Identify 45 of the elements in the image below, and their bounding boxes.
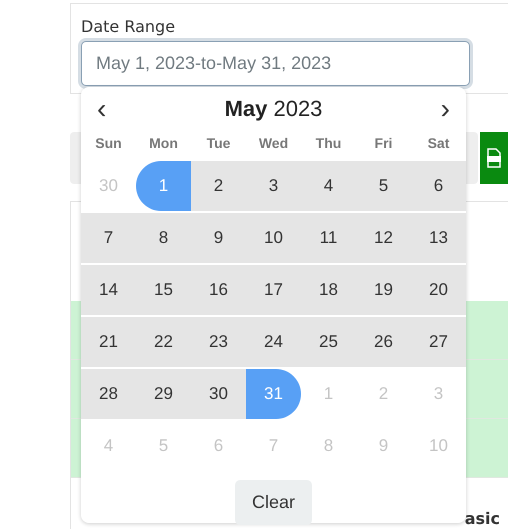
weekday-label: Fri [374, 134, 394, 153]
next-month-button[interactable]: › [436, 95, 454, 123]
calendar-day[interactable]: 15 [136, 265, 191, 315]
calendar-day[interactable]: 22 [136, 317, 191, 367]
calendar-day[interactable]: 4 [301, 161, 356, 211]
calendar-day[interactable]: 30 [191, 369, 246, 419]
weekday-label: Sun [94, 134, 123, 153]
calendar-day[interactable]: 24 [246, 317, 301, 367]
calendar-day[interactable]: 25 [301, 317, 356, 367]
calendar-day[interactable]: 9 [191, 213, 246, 263]
calendar-day[interactable]: 5 [356, 161, 411, 211]
clear-button[interactable]: Clear [235, 480, 312, 525]
calendar-day[interactable]: 21 [81, 317, 136, 367]
calendar-day[interactable]: 26 [356, 317, 411, 367]
column-header: asic [464, 509, 500, 528]
calendar-day[interactable]: 6 [411, 161, 466, 211]
calendar-day[interactable]: 17 [246, 265, 301, 315]
date-range-field[interactable]: May 1, 2023-to-May 31, 2023 [81, 41, 470, 86]
field-label: Date Range [81, 17, 176, 37]
weekday-label: Mon [148, 134, 179, 153]
calendar-day[interactable]: 18 [301, 265, 356, 315]
calendar-day[interactable]: 20 [411, 265, 466, 315]
calendar-day[interactable]: 3 [246, 161, 301, 211]
calendar-day[interactable]: 2 [191, 161, 246, 211]
month-year-title: May 2023 [224, 96, 322, 122]
calendar-day[interactable]: 27 [411, 317, 466, 367]
calendar-day[interactable]: 12 [356, 213, 411, 263]
calendar-day[interactable]: 13 [411, 213, 466, 263]
weekday-label: Wed [258, 134, 290, 153]
weekday-label: Thu [314, 134, 342, 153]
calendar-day[interactable]: 8 [136, 213, 191, 263]
calendar-day[interactable]: 23 [191, 317, 246, 367]
weekday-label: Tue [206, 134, 232, 153]
calendar-day[interactable]: 19 [356, 265, 411, 315]
calendar-day[interactable]: 29 [136, 369, 191, 419]
excel-export-button[interactable] [480, 132, 508, 184]
calendar-day[interactable]: 10 [246, 213, 301, 263]
previous-month-button[interactable]: ‹ [93, 95, 110, 123]
calendar-day[interactable]: 28 [81, 369, 136, 419]
weekday-label: Sat [426, 134, 450, 153]
calendar-day[interactable]: 11 [301, 213, 356, 263]
calendar-day[interactable]: 7 [81, 213, 136, 263]
xls-file-icon [487, 148, 502, 168]
calendar-day[interactable]: 14 [81, 265, 136, 315]
calendar-day[interactable]: 16 [191, 265, 246, 315]
